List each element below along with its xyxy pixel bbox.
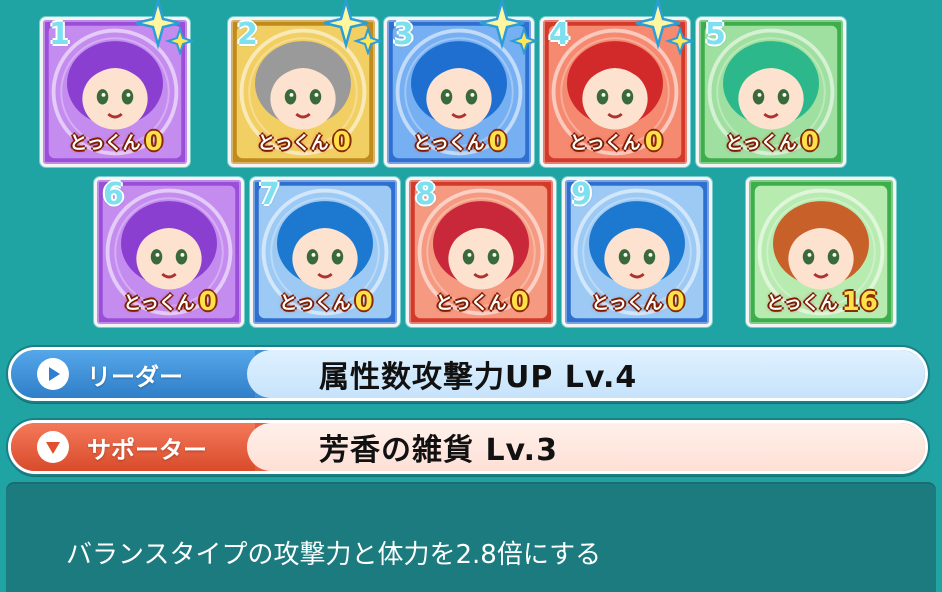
deck-screen: 1 とっくん 0 2 とっくん 0 3 とっくん 0 4 とっくん 0 5 とっくん 0 6 とっくん 0 7 とっく…	[0, 0, 942, 592]
deck-card[interactable]: 8 とっくん 0	[406, 177, 556, 327]
tokkun-value: 16	[841, 287, 878, 317]
tokkun-value: 0	[800, 127, 819, 157]
card-slot-number: 9	[571, 177, 592, 212]
tokkun-badge: とっくん 0	[573, 287, 703, 317]
deck-card[interactable]: 9 とっくん 0	[562, 177, 712, 327]
tokkun-value: 0	[644, 127, 663, 157]
tokkun-label: とっくん	[123, 293, 195, 314]
tokkun-badge: とっくん 0	[51, 127, 181, 157]
deck-card[interactable]: 6 とっくん 0	[94, 177, 244, 327]
tokkun-value: 0	[354, 287, 373, 317]
tokkun-badge: とっくん 0	[707, 127, 837, 157]
card-slot-number: 4	[549, 17, 570, 52]
tokkun-value: 0	[144, 127, 163, 157]
tokkun-badge: とっくん 0	[417, 287, 547, 317]
tokkun-label: とっくん	[766, 293, 838, 314]
supporter-skill-name: 芳香の雑貨 Lv.3	[319, 433, 558, 468]
sparkle-star-icon	[635, 0, 694, 55]
sparkle-star-icon	[323, 0, 382, 55]
tokkun-badge: とっくん 0	[239, 127, 369, 157]
tokkun-badge: とっくん 0	[551, 127, 681, 157]
card-slot-number: 8	[415, 177, 436, 212]
deck-card[interactable]: とっくん 16	[746, 177, 896, 327]
tokkun-badge: とっくん 0	[395, 127, 525, 157]
sparkle-star-icon	[135, 0, 194, 55]
skill-description: バランスタイプの攻撃力と体力を2.8倍にする	[66, 540, 602, 570]
card-slot-number: 3	[393, 17, 414, 52]
tokkun-label: とっくん	[69, 133, 141, 154]
tokkun-value: 0	[198, 287, 217, 317]
leader-skill-name: 属性数攻撃力UP Lv.4	[319, 360, 638, 395]
sparkle-star-icon	[479, 0, 538, 55]
supporter-skill-bar[interactable]: サポーター 芳香の雑貨 Lv.3	[8, 420, 928, 474]
tokkun-value: 0	[488, 127, 507, 157]
tokkun-label: とっくん	[279, 293, 351, 314]
tokkun-badge: とっくん 0	[105, 287, 235, 317]
tokkun-label: とっくん	[725, 133, 797, 154]
deck-card[interactable]: 7 とっくん 0	[250, 177, 400, 327]
supporter-tag: サポーター	[11, 423, 255, 471]
card-slot-number: 6	[103, 177, 124, 212]
deck-card[interactable]: 5 とっくん 0	[696, 17, 846, 167]
triangle-down-icon	[37, 431, 69, 463]
supporter-skill-area: 芳香の雑貨 Lv.3	[247, 423, 925, 471]
leader-tag: リーダー	[11, 350, 255, 398]
tokkun-badge: とっくん 16	[757, 287, 887, 317]
tokkun-label: とっくん	[591, 293, 663, 314]
card-slot-number: 7	[259, 177, 280, 212]
tokkun-label: とっくん	[435, 293, 507, 314]
tokkun-value: 0	[332, 127, 351, 157]
skill-description-panel: バランスタイプの攻撃力と体力を2.8倍にする	[6, 482, 936, 592]
card-slot-number: 1	[49, 17, 70, 52]
tokkun-value: 0	[666, 287, 685, 317]
tokkun-label: とっくん	[257, 133, 329, 154]
card-slot-number: 2	[237, 17, 258, 52]
leader-label: リーダー	[87, 362, 183, 391]
tokkun-value: 0	[510, 287, 529, 317]
card-slot-number: 5	[705, 17, 726, 52]
play-icon	[37, 358, 69, 390]
leader-skill-area: 属性数攻撃力UP Lv.4	[247, 350, 925, 398]
tokkun-label: とっくん	[569, 133, 641, 154]
supporter-label: サポーター	[87, 435, 207, 464]
leader-skill-bar[interactable]: リーダー 属性数攻撃力UP Lv.4	[8, 347, 928, 401]
tokkun-badge: とっくん 0	[261, 287, 391, 317]
tokkun-label: とっくん	[413, 133, 485, 154]
